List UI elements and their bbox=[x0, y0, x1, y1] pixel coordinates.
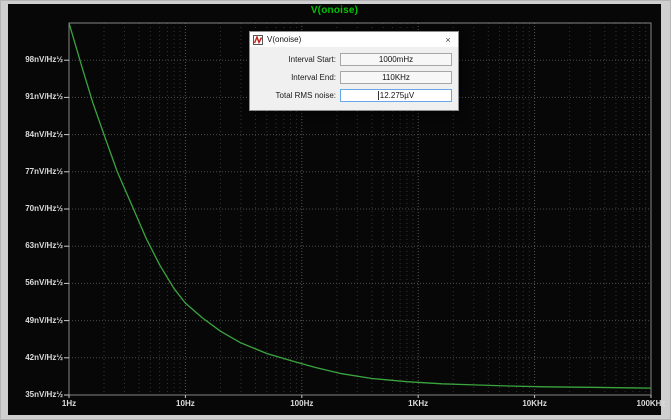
y-axis-tick-label: 77nV/Hz½ bbox=[8, 167, 63, 176]
y-axis-tick-label: 84nV/Hz½ bbox=[8, 130, 63, 139]
waveform-pane: V(onoise) 98nV/Hz½ 91nV/Hz½ 84nV/Hz½ 77nV/H… bbox=[8, 4, 661, 415]
interval-start-row: Interval Start: 1000mHz bbox=[250, 53, 452, 66]
interval-end-field[interactable]: 110KHz bbox=[340, 71, 452, 84]
noise-integration-dialog: V(onoise) × Interval Start: 1000mHz Inte… bbox=[249, 31, 459, 111]
interval-start-field[interactable]: 1000mHz bbox=[340, 53, 452, 66]
y-axis-tick-label: 91nV/Hz½ bbox=[8, 92, 63, 101]
y-axis-tick-label: 35nV/Hz½ bbox=[8, 390, 63, 399]
x-axis-tick-label: 100KHz bbox=[621, 399, 671, 408]
y-axis-tick-label: 63nV/Hz½ bbox=[8, 241, 63, 250]
interval-end-label: Interval End: bbox=[291, 73, 336, 82]
ltspice-waveform-icon bbox=[253, 35, 263, 45]
dialog-titlebar[interactable]: V(onoise) × bbox=[250, 32, 458, 47]
total-rms-noise-value: 12.275µV bbox=[380, 91, 414, 100]
y-axis-tick-label: 49nV/Hz½ bbox=[8, 316, 63, 325]
x-axis-tick-label: 10KHz bbox=[505, 399, 565, 408]
total-rms-noise-row: Total RMS noise: 12.275µV bbox=[250, 89, 452, 102]
close-icon[interactable]: × bbox=[441, 35, 455, 45]
interval-start-label: Interval Start: bbox=[288, 55, 336, 64]
interval-end-row: Interval End: 110KHz bbox=[250, 71, 452, 84]
text-cursor bbox=[378, 91, 379, 100]
dialog-title: V(onoise) bbox=[267, 35, 441, 44]
y-axis-tick-label: 70nV/Hz½ bbox=[8, 204, 63, 213]
total-rms-noise-label: Total RMS noise: bbox=[276, 91, 336, 100]
y-axis-tick-label: 56nV/Hz½ bbox=[8, 278, 63, 287]
total-rms-noise-field[interactable]: 12.275µV bbox=[340, 89, 452, 102]
y-axis-tick-label: 98nV/Hz½ bbox=[8, 55, 63, 64]
window-frame: V(onoise) 98nV/Hz½ 91nV/Hz½ 84nV/Hz½ 77nV/H… bbox=[0, 0, 671, 420]
dialog-body: Interval Start: 1000mHz Interval End: 11… bbox=[250, 47, 458, 110]
x-axis-tick-label: 1KHz bbox=[388, 399, 448, 408]
x-axis-tick-label: 100Hz bbox=[272, 399, 332, 408]
x-axis-tick-label: 1Hz bbox=[39, 399, 99, 408]
x-axis-tick-label: 10Hz bbox=[155, 399, 215, 408]
y-axis-tick-label: 42nV/Hz½ bbox=[8, 353, 63, 362]
